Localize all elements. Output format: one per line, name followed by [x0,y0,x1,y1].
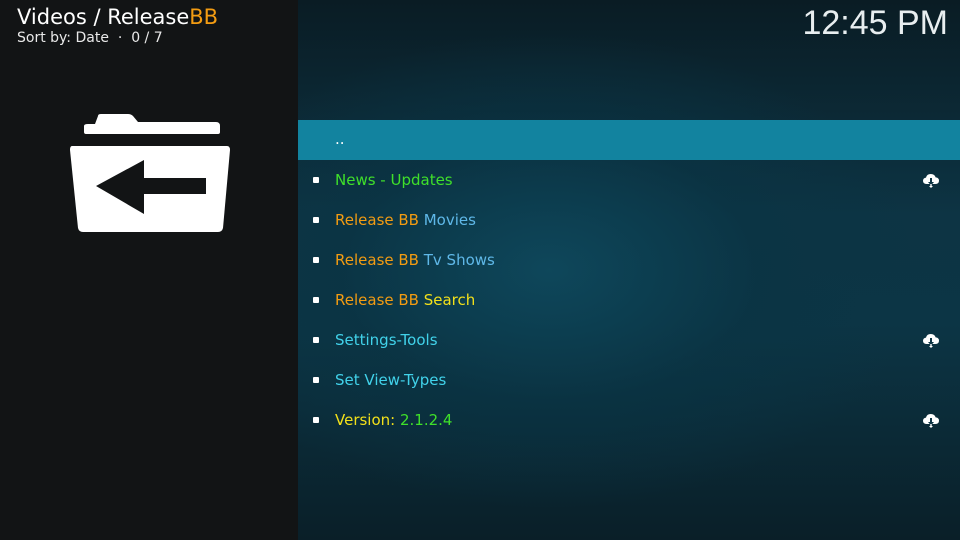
list-item-parent-folder[interactable]: .. [298,120,960,160]
bullet-icon [313,337,319,343]
list-item-label: Release BB Tv Shows [335,251,495,269]
label-part: Movies [423,211,476,229]
clock: 12:45 PM [802,4,948,42]
bullet-icon [313,417,319,423]
label-part: Search [423,291,476,309]
bullet-icon [313,257,319,263]
list-item[interactable]: News - Updates [298,160,960,200]
file-list: .. News - Updates Release BB Movies Release… [298,120,960,440]
list-item-label: Set View-Types [335,371,446,389]
kodi-window: Videos / ReleaseBB Sort by: Date · 0 / 7… [0,0,960,540]
list-item[interactable]: Settings-Tools [298,320,960,360]
label-part: Release BB [335,251,424,269]
cloud-download-icon[interactable] [922,172,940,188]
list-item-label: News - Updates [335,171,453,189]
sort-info: Sort by: Date · 0 / 7 [17,30,218,46]
breadcrumb: Videos / ReleaseBB [17,4,218,30]
list-item-label: .. [335,130,345,148]
bullet-icon [313,377,319,383]
cloud-download-icon[interactable] [922,412,940,428]
bullet-icon [313,177,319,183]
label-part: Release BB [335,291,424,309]
label-part: .. [335,130,345,148]
list-item-label: Version: 2.1.2.4 [335,411,452,429]
item-count: 0 / 7 [131,30,163,46]
main-panel: 12:45 PM .. News - Updates Release BB Movi… [298,0,960,540]
list-item[interactable]: Version: 2.1.2.4 [298,400,960,440]
label-part: Set View-Types [335,371,447,389]
list-item[interactable]: Release BB Search [298,280,960,320]
cloud-download-icon[interactable] [922,332,940,348]
sort-separator: · [117,30,123,46]
list-item-label: Release BB Movies [335,211,476,229]
sort-label: Sort by: Date [17,30,109,46]
list-item-label: Settings-Tools [335,331,438,349]
left-panel: Videos / ReleaseBB Sort by: Date · 0 / 7 [0,0,298,540]
list-item[interactable]: Release BB Movies [298,200,960,240]
label-part: 2.1.2.4 [399,411,453,429]
label-part: Release BB [335,211,424,229]
folder-back-icon [70,114,230,232]
bullet-icon [313,297,319,303]
list-item-label: Release BB Search [335,291,475,309]
label-part: Version: [335,411,400,429]
breadcrumb-highlight: BB [189,5,219,29]
list-item[interactable]: Set View-Types [298,360,960,400]
label-part: Tv Shows [423,251,495,269]
label-part: Settings-Tools [335,331,438,349]
breadcrumb-path: Videos / Release [17,5,190,29]
bullet-icon [313,217,319,223]
label-part: News - Updates [335,171,453,189]
header: Videos / ReleaseBB Sort by: Date · 0 / 7 [17,4,218,46]
list-item[interactable]: Release BB Tv Shows [298,240,960,280]
